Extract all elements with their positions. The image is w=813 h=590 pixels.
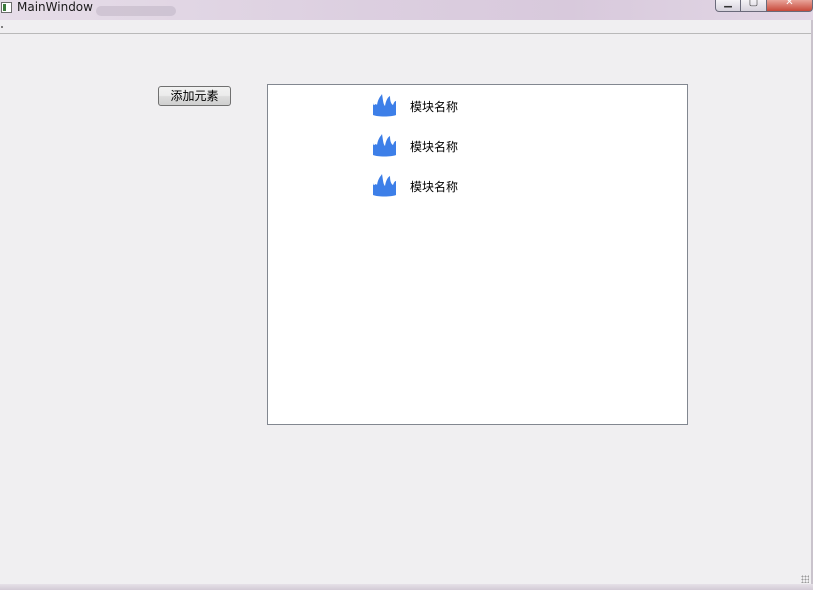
caption-buttons: ▁ ▢ ✕	[715, 0, 813, 12]
maximize-icon: ▢	[748, 0, 759, 8]
menu-bar[interactable]	[0, 20, 813, 34]
list-item-label: 模块名称	[410, 180, 459, 194]
window-title: MainWindow	[17, 0, 93, 14]
minimize-icon: ▁	[724, 0, 732, 8]
list-widget[interactable]: 模块名称 模块名称 模块名称	[267, 84, 688, 425]
menu-bar-grip-icon	[1, 26, 3, 28]
list-item[interactable]: 模块名称	[368, 133, 568, 161]
list-item-label: 模块名称	[410, 100, 459, 114]
list-item-label: 模块名称	[410, 140, 459, 154]
module-icon	[373, 134, 396, 157]
module-icon	[373, 174, 396, 197]
list-item[interactable]: 模块名称	[368, 93, 568, 121]
main-window: MainWindow ▁ ▢ ✕ 添加元素 模块名称 模块名称 模块名称	[0, 0, 813, 590]
list-item[interactable]: 模块名称	[368, 173, 568, 201]
resize-grip-icon[interactable]	[801, 575, 809, 583]
window-bottom-border	[0, 584, 813, 590]
add-element-button[interactable]: 添加元素	[158, 86, 231, 106]
title-bar[interactable]: MainWindow ▁ ▢ ✕	[0, 0, 813, 20]
close-icon: ✕	[785, 0, 794, 8]
module-icon	[373, 94, 396, 117]
close-button[interactable]: ✕	[767, 0, 813, 12]
minimize-button[interactable]: ▁	[715, 0, 741, 12]
title-blur-artifact	[96, 6, 176, 16]
app-icon[interactable]	[1, 2, 12, 13]
maximize-button[interactable]: ▢	[741, 0, 767, 12]
